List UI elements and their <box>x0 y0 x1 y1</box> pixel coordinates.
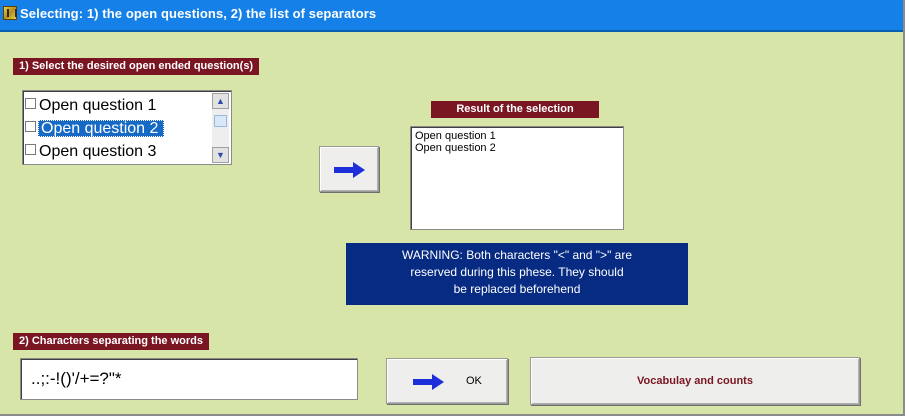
listbox-scrollbar[interactable]: ▲ ▼ <box>212 93 229 163</box>
warning-message: WARNING: Both characters "<" and ">" are… <box>346 243 688 305</box>
list-item-label: Open question 2 <box>38 120 165 137</box>
dialog-window: Selecting: 1) the open questions, 2) the… <box>0 0 905 416</box>
checkbox-icon[interactable] <box>25 98 36 110</box>
result-item: Open question 1 <box>415 130 496 142</box>
ok-button[interactable]: OK <box>386 358 508 404</box>
section1-label: 1) Select the desired open ended questio… <box>13 58 260 75</box>
checkbox-icon[interactable] <box>25 121 36 133</box>
vocabulary-button-label: Vocabulay and counts <box>637 375 753 387</box>
title-bar[interactable]: Selecting: 1) the open questions, 2) the… <box>0 0 903 32</box>
checkbox-icon[interactable] <box>25 144 36 156</box>
chevron-down-icon[interactable]: ▼ <box>212 147 229 163</box>
result-label: Result of the selection <box>431 101 599 118</box>
warning-line: reserved during this phese. They should <box>410 265 624 279</box>
result-item: Open question 2 <box>415 142 496 154</box>
list-item-open-question-2[interactable]: Open question 2 <box>25 117 209 140</box>
list-item-label: Open question 1 <box>39 97 157 114</box>
add-to-selection-button[interactable] <box>319 146 379 192</box>
chevron-up-icon[interactable]: ▲ <box>212 93 229 109</box>
scroll-thumb[interactable] <box>214 115 227 127</box>
result-listbox[interactable]: Open question 1 Open question 2 <box>410 126 624 230</box>
list-item-open-question-3[interactable]: Open question 3 <box>25 140 209 163</box>
warning-line: WARNING: Both characters "<" and ">" are <box>401 248 632 262</box>
app-icon[interactable] <box>3 6 17 20</box>
right-arrow-icon <box>334 162 366 178</box>
ok-button-label: OK <box>466 375 482 387</box>
open-questions-listbox[interactable]: Open question 1 Open question 2 Open que… <box>22 90 232 165</box>
right-arrow-icon <box>413 374 445 390</box>
window-title: Selecting: 1) the open questions, 2) the… <box>20 6 377 21</box>
section2-label: 2) Characters separating the words <box>13 333 210 350</box>
list-item-open-question-1[interactable]: Open question 1 <box>25 94 209 117</box>
warning-line: be replaced beforehend <box>453 282 581 296</box>
separators-input[interactable]: ..;:-!()'/+=?"* <box>20 358 358 400</box>
vocabulary-and-counts-button[interactable]: Vocabulay and counts <box>530 357 860 405</box>
list-item-label: Open question 3 <box>39 143 157 160</box>
